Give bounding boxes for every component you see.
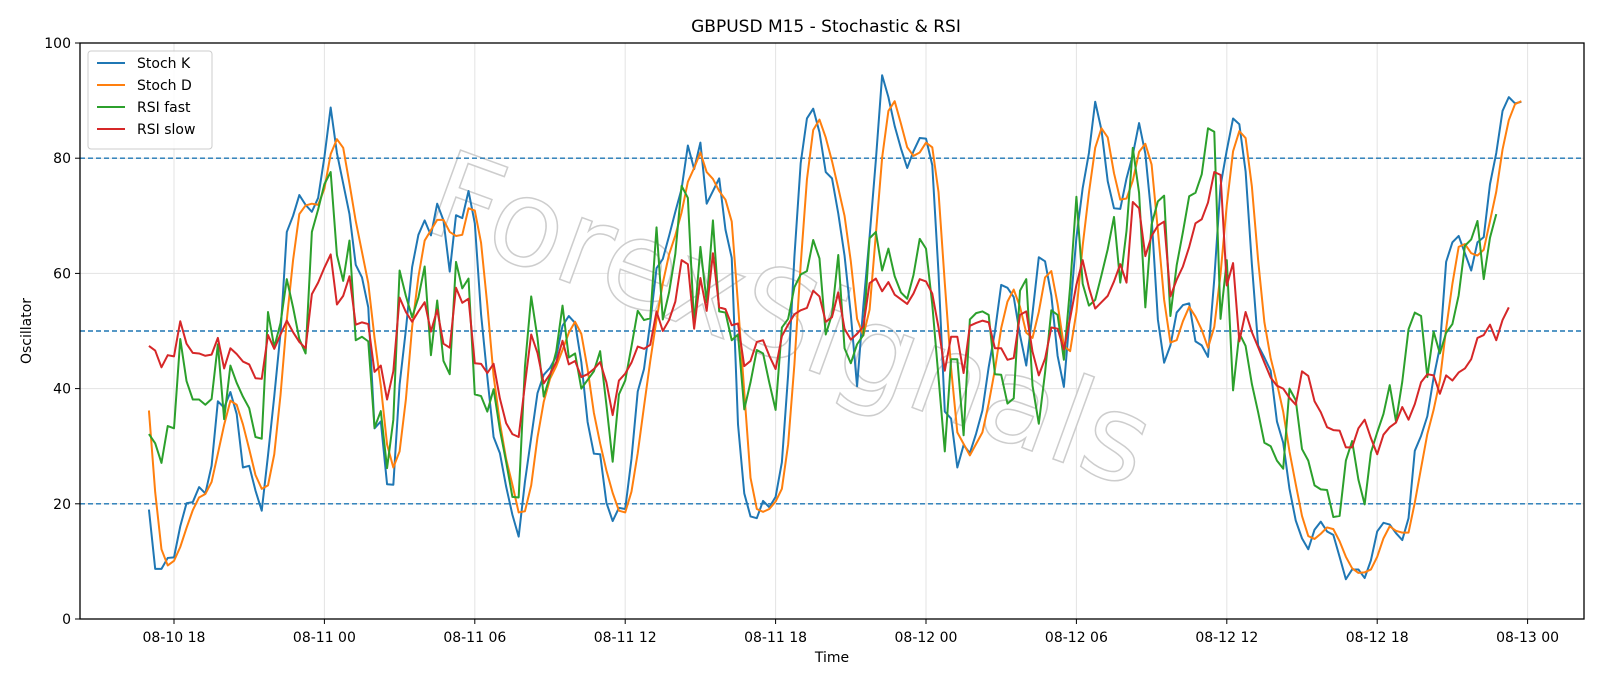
legend-label: Stoch K: [137, 56, 191, 72]
x-tick-label: 08-11 12: [594, 630, 657, 646]
chart-title: GBPUSD M15 - Stochastic & RSI: [691, 17, 961, 37]
x-tick-label: 08-13 00: [1496, 630, 1559, 646]
x-tick-label: 08-12 18: [1346, 630, 1409, 646]
x-tick-label: 08-12 12: [1195, 630, 1258, 646]
y-tick-label: 0: [62, 612, 71, 628]
x-tick-label: 08-11 06: [443, 630, 506, 646]
y-tick-label: 40: [53, 382, 71, 398]
y-tick-label: 100: [44, 36, 71, 52]
legend-label: Stoch D: [137, 78, 192, 94]
legend-label: RSI slow: [137, 122, 195, 138]
x-tick-label: 08-12 06: [1045, 630, 1108, 646]
x-axis-label: Time: [814, 650, 849, 666]
legend-label: RSI fast: [137, 100, 191, 116]
y-tick-label: 60: [53, 266, 71, 282]
y-tick-label: 20: [53, 497, 71, 513]
y-tick-label: 80: [53, 151, 71, 167]
x-tick-label: 08-10 18: [143, 630, 206, 646]
legend: Stoch K Stoch D RSI fast RSI slow: [87, 50, 213, 150]
x-tick-label: 08-11 18: [744, 630, 807, 646]
y-axis-label: Oscillator: [19, 298, 35, 364]
chart: GBPUSD M15 - Stochastic & RSI ForexSigna…: [0, 0, 1600, 686]
x-tick-label: 08-11 00: [293, 630, 356, 646]
x-tick-label: 08-12 00: [895, 630, 958, 646]
